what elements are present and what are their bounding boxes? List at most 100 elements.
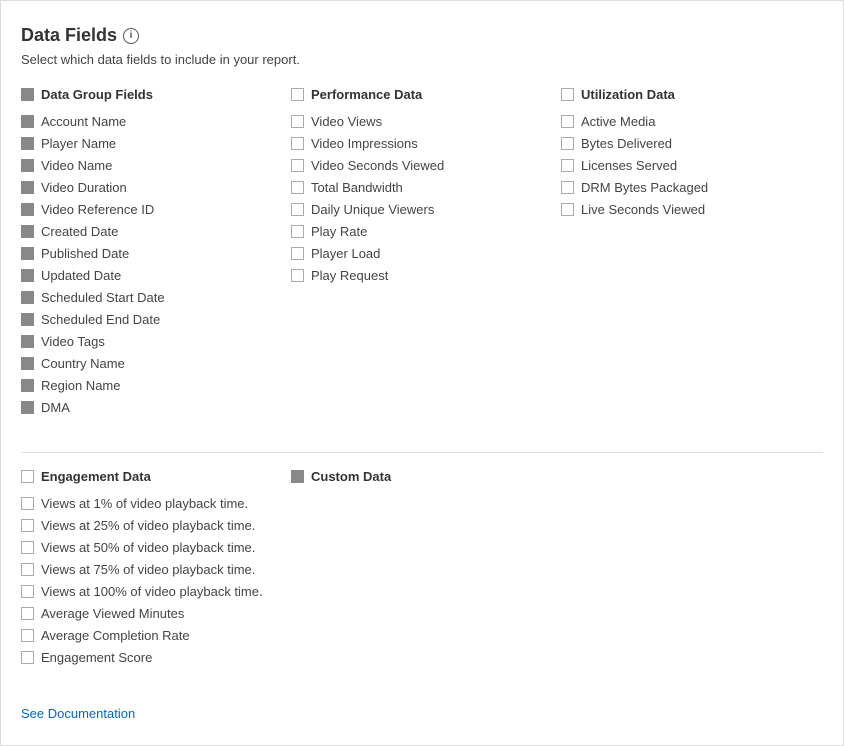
field-checkbox[interactable]: [561, 203, 574, 216]
info-icon[interactable]: i: [123, 28, 139, 44]
list-item[interactable]: Country Name: [21, 356, 281, 371]
field-checkbox[interactable]: [291, 269, 304, 282]
field-checkbox[interactable]: [21, 269, 34, 282]
list-item[interactable]: Licenses Served: [561, 158, 821, 173]
list-item[interactable]: Views at 75% of video playback time.: [21, 562, 281, 577]
list-item[interactable]: Bytes Delivered: [561, 136, 821, 151]
list-item[interactable]: Views at 1% of video playback time.: [21, 496, 281, 511]
list-item[interactable]: Views at 25% of video playback time.: [21, 518, 281, 533]
field-checkbox[interactable]: [21, 247, 34, 260]
field-label: Licenses Served: [581, 158, 677, 173]
field-checkbox[interactable]: [21, 629, 34, 642]
field-label: Updated Date: [41, 268, 121, 283]
field-label: Video Reference ID: [41, 202, 154, 217]
engagement-header[interactable]: Engagement Data: [21, 469, 281, 484]
data-group-checkbox[interactable]: [21, 88, 34, 101]
list-item[interactable]: Daily Unique Viewers: [291, 202, 551, 217]
utilization-checkbox[interactable]: [561, 88, 574, 101]
list-item[interactable]: Created Date: [21, 224, 281, 239]
field-checkbox[interactable]: [291, 225, 304, 238]
field-checkbox[interactable]: [21, 335, 34, 348]
field-checkbox[interactable]: [291, 247, 304, 260]
list-item[interactable]: Video Reference ID: [21, 202, 281, 217]
list-item[interactable]: Published Date: [21, 246, 281, 261]
utilization-fields-list: Active Media Bytes Delivered Licenses Serv…: [561, 114, 821, 217]
custom-checkbox[interactable]: [291, 470, 304, 483]
field-label: Active Media: [581, 114, 655, 129]
list-item[interactable]: Views at 50% of video playback time.: [21, 540, 281, 555]
field-checkbox[interactable]: [21, 607, 34, 620]
list-item[interactable]: Play Request: [291, 268, 551, 283]
list-item[interactable]: Account Name: [21, 114, 281, 129]
field-checkbox[interactable]: [21, 159, 34, 172]
utilization-label: Utilization Data: [581, 87, 675, 102]
field-label: Daily Unique Viewers: [311, 202, 434, 217]
field-checkbox[interactable]: [21, 181, 34, 194]
list-item[interactable]: Region Name: [21, 378, 281, 393]
list-item[interactable]: Scheduled End Date: [21, 312, 281, 327]
field-label: Video Tags: [41, 334, 105, 349]
list-item[interactable]: Updated Date: [21, 268, 281, 283]
field-checkbox[interactable]: [21, 519, 34, 532]
list-item[interactable]: Video Tags: [21, 334, 281, 349]
field-checkbox[interactable]: [21, 563, 34, 576]
field-checkbox[interactable]: [21, 225, 34, 238]
engagement-checkbox[interactable]: [21, 470, 34, 483]
field-label: Player Name: [41, 136, 116, 151]
field-label: Views at 100% of video playback time.: [41, 584, 263, 599]
list-item[interactable]: Scheduled Start Date: [21, 290, 281, 305]
list-item[interactable]: Average Completion Rate: [21, 628, 281, 643]
field-label: Region Name: [41, 378, 121, 393]
field-checkbox[interactable]: [21, 401, 34, 414]
field-checkbox[interactable]: [21, 497, 34, 510]
list-item[interactable]: Video Impressions: [291, 136, 551, 151]
field-checkbox[interactable]: [561, 159, 574, 172]
field-checkbox[interactable]: [561, 137, 574, 150]
field-checkbox[interactable]: [561, 181, 574, 194]
page-title: Data Fields i: [21, 25, 823, 46]
field-checkbox[interactable]: [21, 313, 34, 326]
see-documentation-link[interactable]: See Documentation: [21, 706, 135, 721]
list-item[interactable]: Average Viewed Minutes: [21, 606, 281, 621]
field-checkbox[interactable]: [21, 137, 34, 150]
utilization-header[interactable]: Utilization Data: [561, 87, 821, 102]
list-item[interactable]: Player Name: [21, 136, 281, 151]
field-checkbox[interactable]: [291, 115, 304, 128]
field-label: Total Bandwidth: [311, 180, 403, 195]
list-item[interactable]: Play Rate: [291, 224, 551, 239]
data-group-label: Data Group Fields: [41, 87, 153, 102]
field-checkbox[interactable]: [21, 203, 34, 216]
field-checkbox[interactable]: [291, 137, 304, 150]
field-checkbox[interactable]: [291, 159, 304, 172]
list-item[interactable]: Player Load: [291, 246, 551, 261]
list-item[interactable]: Live Seconds Viewed: [561, 202, 821, 217]
list-item[interactable]: Active Media: [561, 114, 821, 129]
list-item[interactable]: Video Seconds Viewed: [291, 158, 551, 173]
performance-header[interactable]: Performance Data: [291, 87, 551, 102]
performance-fields-list: Video Views Video Impressions Video Second…: [291, 114, 551, 283]
list-item[interactable]: Video Name: [21, 158, 281, 173]
custom-header[interactable]: Custom Data: [291, 469, 551, 484]
field-label: Video Name: [41, 158, 112, 173]
field-checkbox[interactable]: [291, 203, 304, 216]
field-checkbox[interactable]: [21, 357, 34, 370]
field-checkbox[interactable]: [291, 181, 304, 194]
list-item[interactable]: Total Bandwidth: [291, 180, 551, 195]
list-item[interactable]: Video Views: [291, 114, 551, 129]
field-checkbox[interactable]: [21, 291, 34, 304]
field-label: Average Viewed Minutes: [41, 606, 184, 621]
data-group-section: Data Group Fields Account Name Player Nam…: [21, 87, 291, 422]
list-item[interactable]: DMA: [21, 400, 281, 415]
list-item[interactable]: Video Duration: [21, 180, 281, 195]
list-item[interactable]: Views at 100% of video playback time.: [21, 584, 281, 599]
list-item[interactable]: DRM Bytes Packaged: [561, 180, 821, 195]
field-checkbox[interactable]: [21, 541, 34, 554]
performance-section: Performance Data Video Views Video Impres…: [291, 87, 561, 422]
title-text: Data Fields: [21, 25, 117, 46]
field-checkbox[interactable]: [21, 585, 34, 598]
field-checkbox[interactable]: [21, 379, 34, 392]
performance-checkbox[interactable]: [291, 88, 304, 101]
data-group-header[interactable]: Data Group Fields: [21, 87, 281, 102]
field-checkbox[interactable]: [561, 115, 574, 128]
field-checkbox[interactable]: [21, 115, 34, 128]
